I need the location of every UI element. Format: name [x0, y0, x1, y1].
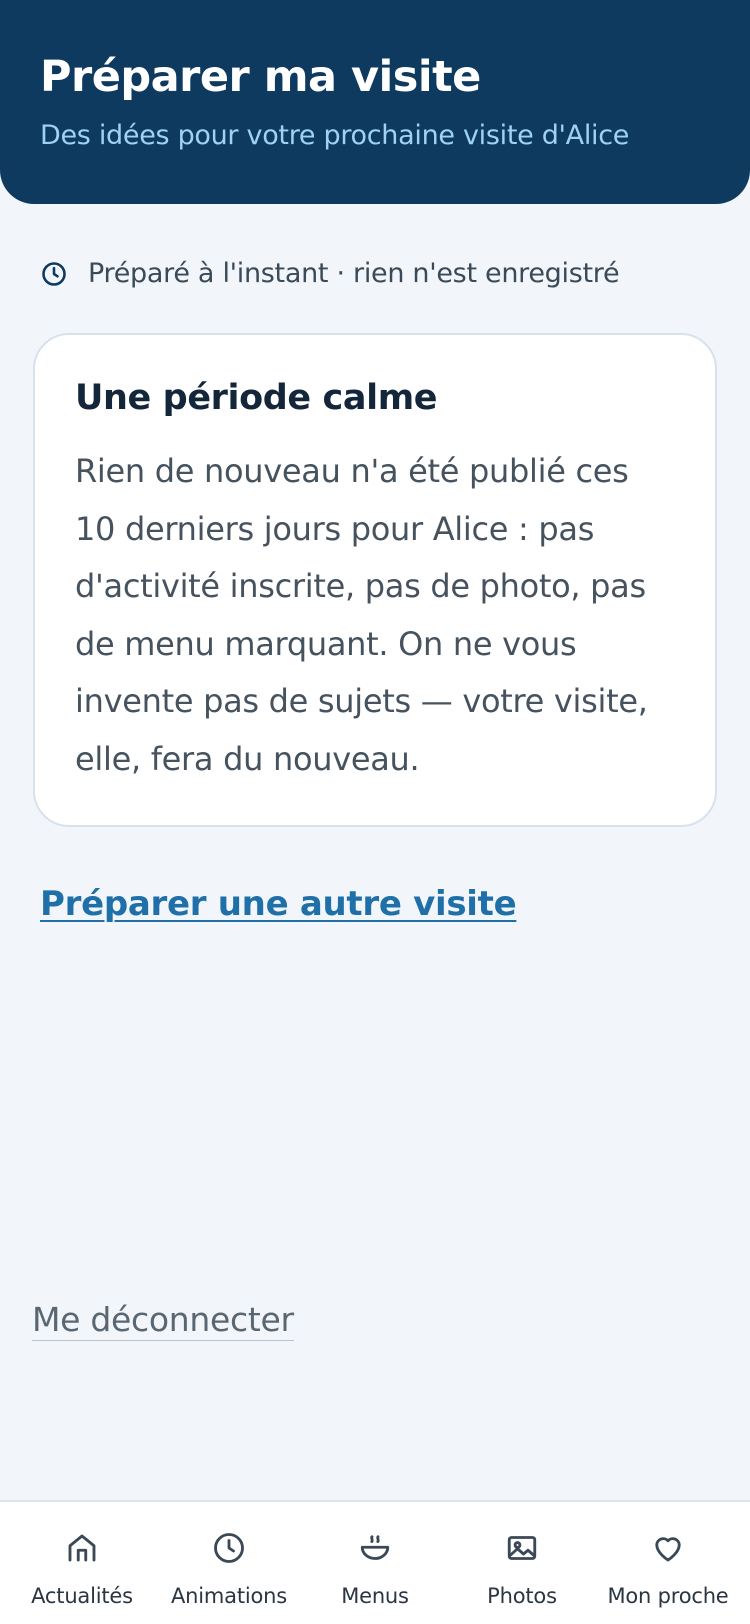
- prepared-status-text: Préparé à l'instant · rien n'est enregis…: [88, 258, 620, 289]
- page-subtitle: Des idées pour votre prochaine visite d'…: [40, 120, 630, 151]
- nav-item-actualites[interactable]: Actualités: [12, 1502, 152, 1624]
- nav-label-mon-proche: Mon proche: [607, 1584, 729, 1608]
- nav-label-animations: Animations: [170, 1584, 287, 1608]
- clock-icon: [42, 261, 66, 286]
- nav-label-actualites: Actualités: [31, 1584, 133, 1608]
- nav-item-photos[interactable]: Photos: [452, 1502, 592, 1624]
- card-body: Rien de nouveau n'a été publié ces 10 de…: [75, 452, 648, 778]
- heart-icon: [655, 1537, 681, 1562]
- prepare-another-visit-link[interactable]: Préparer une autre visite: [40, 884, 517, 924]
- image-icon: [507, 1536, 537, 1560]
- page-title: Préparer ma visite: [40, 52, 481, 102]
- clock-icon: [214, 1533, 244, 1563]
- calm-period-card: Une période calme Rien de nouveau n'a ét…: [33, 333, 717, 827]
- prepare-visit-screen: Préparer ma visite Des idées pour votre …: [0, 0, 750, 1624]
- bowl-icon: [360, 1535, 390, 1560]
- logout-link[interactable]: Me déconnecter: [32, 1300, 294, 1341]
- home-icon: [68, 1534, 96, 1562]
- card-title: Une période calme: [75, 378, 438, 418]
- header: Préparer ma visite Des idées pour votre …: [0, 0, 750, 204]
- bottom-navigation: Actualités Animations Menus Photos Mon p…: [0, 1500, 750, 1624]
- nav-item-animations[interactable]: Animations: [159, 1502, 299, 1624]
- nav-item-menus[interactable]: Menus: [305, 1502, 445, 1624]
- nav-label-menus: Menus: [341, 1584, 409, 1608]
- nav-item-mon-proche[interactable]: Mon proche: [598, 1502, 738, 1624]
- prepared-status: Préparé à l'instant · rien n'est enregis…: [40, 258, 620, 289]
- nav-label-photos: Photos: [487, 1584, 557, 1608]
